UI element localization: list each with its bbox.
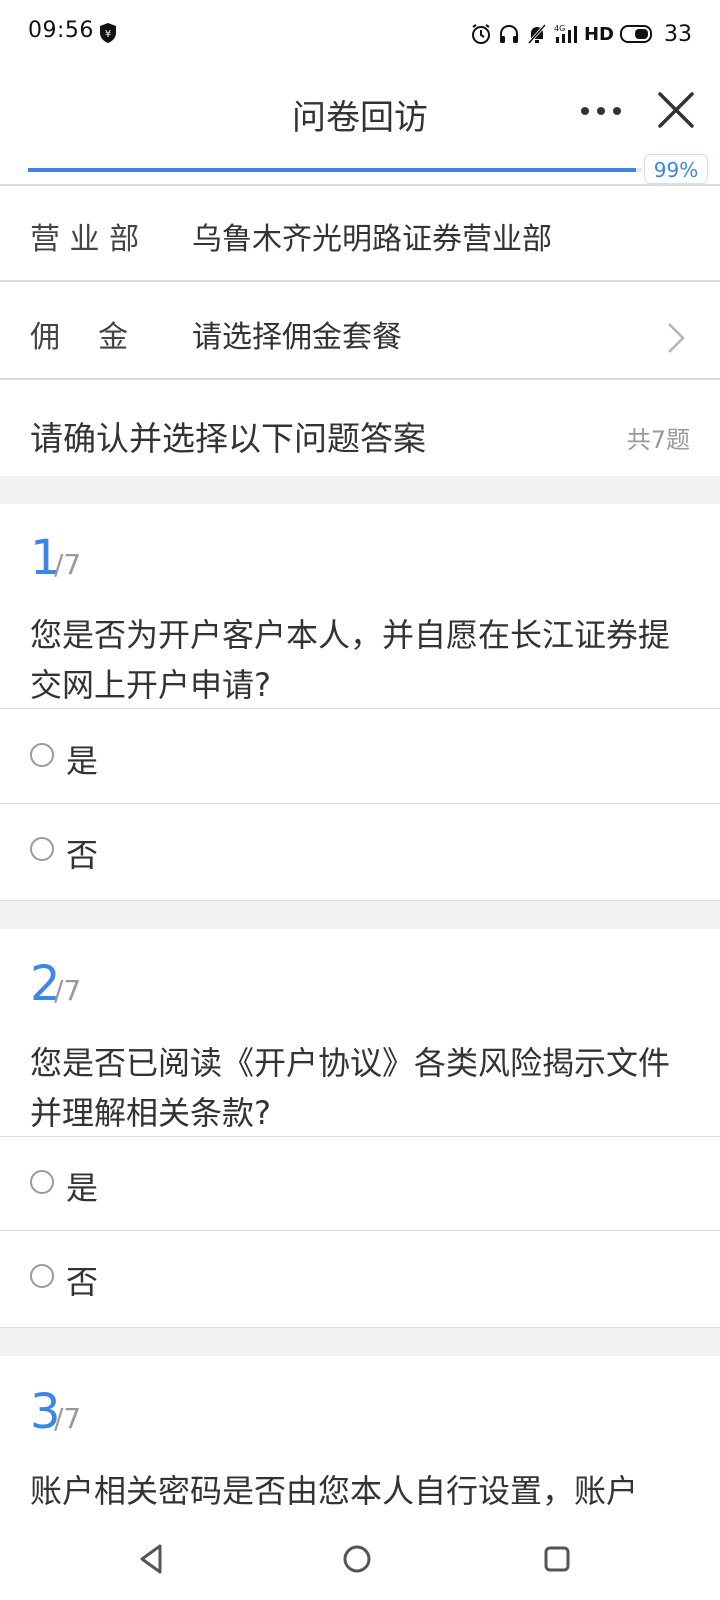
- more-icon[interactable]: [578, 96, 624, 126]
- back-icon[interactable]: [138, 1542, 164, 1576]
- question-text: 账户相关密码是否由您本人自行设置，账户: [30, 1472, 639, 1510]
- question-text: 您是否已阅读《开户协议》各类风险揭示文件并理解相关条款?: [30, 1044, 671, 1132]
- section-gap: [0, 1328, 720, 1356]
- signal-icon: 4G: [554, 24, 577, 43]
- svg-text:4G: 4G: [554, 24, 565, 33]
- option-label: 是: [66, 742, 99, 780]
- system-nav-bar: [0, 1520, 720, 1600]
- battery-level: 33: [664, 21, 692, 47]
- section-gap: [0, 476, 720, 504]
- section-gap: [0, 901, 720, 929]
- shield-icon: ¥: [100, 23, 116, 43]
- radio-button[interactable]: [30, 1170, 54, 1194]
- chevron-right-icon[interactable]: [664, 320, 688, 356]
- question-text: 您是否为开户客户本人，并自愿在长江证券提交网上开户申请?: [30, 616, 671, 704]
- headphones-icon: [499, 24, 518, 43]
- commission-label: 佣 金: [30, 320, 129, 355]
- branch-label: 营 业 部: [30, 222, 140, 257]
- radio-button[interactable]: [30, 837, 54, 861]
- progress-bar: [28, 168, 642, 172]
- svg-text:¥: ¥: [105, 29, 111, 40]
- progress-fill: [28, 168, 636, 172]
- header: 问卷回访: [0, 68, 720, 160]
- recents-icon[interactable]: [542, 1542, 572, 1576]
- questionnaire-page: 09:56 ¥ 4G HD 33 问卷回访 99% 营 业 部 乌鲁木齐光明路证…: [0, 0, 720, 1600]
- option-label: 否: [66, 1263, 99, 1301]
- close-icon[interactable]: [656, 90, 696, 130]
- branch-value: 乌鲁木齐光明路证券营业部: [192, 222, 552, 257]
- divider: [0, 184, 720, 186]
- status-time: 09:56: [28, 18, 94, 43]
- divider: [0, 378, 720, 380]
- question-total: /7: [54, 1402, 82, 1435]
- network-type: HD: [583, 23, 614, 45]
- question-total: /7: [54, 548, 82, 581]
- option-no[interactable]: 否: [0, 1231, 720, 1325]
- divider: [0, 708, 720, 709]
- question-total: /7: [54, 974, 82, 1007]
- option-yes[interactable]: 是: [0, 710, 720, 804]
- question-count: 共7题: [626, 426, 690, 454]
- home-icon[interactable]: [340, 1542, 374, 1576]
- option-no[interactable]: 否: [0, 804, 720, 898]
- status-icons: 4G HD 33: [470, 20, 692, 48]
- status-bar: 09:56 ¥ 4G HD 33: [0, 0, 720, 68]
- intro-text: 请确认并选择以下问题答案: [30, 419, 426, 458]
- option-yes[interactable]: 是: [0, 1137, 720, 1231]
- option-label: 否: [66, 836, 99, 874]
- radio-button[interactable]: [30, 1264, 54, 1288]
- commission-placeholder[interactable]: 请选择佣金套餐: [192, 312, 402, 356]
- radio-button[interactable]: [30, 743, 54, 767]
- alarm-icon: [471, 24, 490, 44]
- option-label: 是: [66, 1169, 99, 1207]
- battery-icon: [620, 25, 652, 43]
- progress-badge: 99%: [644, 154, 708, 184]
- mute-bell-icon: [527, 24, 547, 44]
